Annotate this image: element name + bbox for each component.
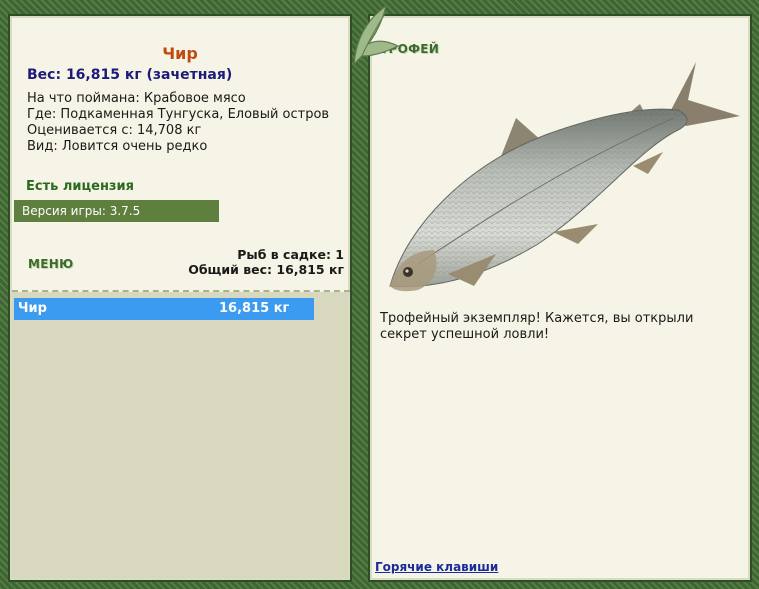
catch-info-panel: Чир Вес: 16,815 кг (зачетная) На что пой… [8,14,352,582]
trophy-panel: ТРОФЕЙ Трофейный экземпляр! Кажется, вы … [368,14,752,582]
trophy-message: Трофейный экземпляр! Кажется, вы открыли… [380,311,694,342]
list-item[interactable]: Чир 16,815 кг [14,298,314,320]
fish-weight: Вес: 16,815 кг (зачетная) [27,67,233,83]
whitefish-image [389,62,740,292]
leaf-ornament-icon [353,4,400,66]
valued-from-info: Оценивается с: 14,708 кг [27,123,202,138]
location-info: Где: Подкаменная Тунгуска, Еловый остров [27,107,330,122]
list-item-weight: 16,815 кг [219,301,290,316]
license-status: Есть лицензия [26,179,134,194]
keep-net-stats: Рыб в садке: 1 Общий вес: 16,815 кг [188,247,344,277]
list-item-name: Чир [18,301,47,316]
hotkeys-link[interactable]: Горячие клавиши [375,560,498,574]
total-weight: Общий вес: 16,815 кг [188,262,344,277]
bait-info: На что поймана: Крабовое мясо [27,91,246,106]
menu-button[interactable]: МЕНЮ [28,257,73,271]
fish-name-title: Чир [162,44,198,63]
version-bar: Версия игры: 3.7.5 [14,200,219,222]
fish-count: Рыб в садке: 1 [237,247,344,262]
keep-net-list [12,292,348,578]
rarity-info: Вид: Ловится очень редко [27,139,208,154]
